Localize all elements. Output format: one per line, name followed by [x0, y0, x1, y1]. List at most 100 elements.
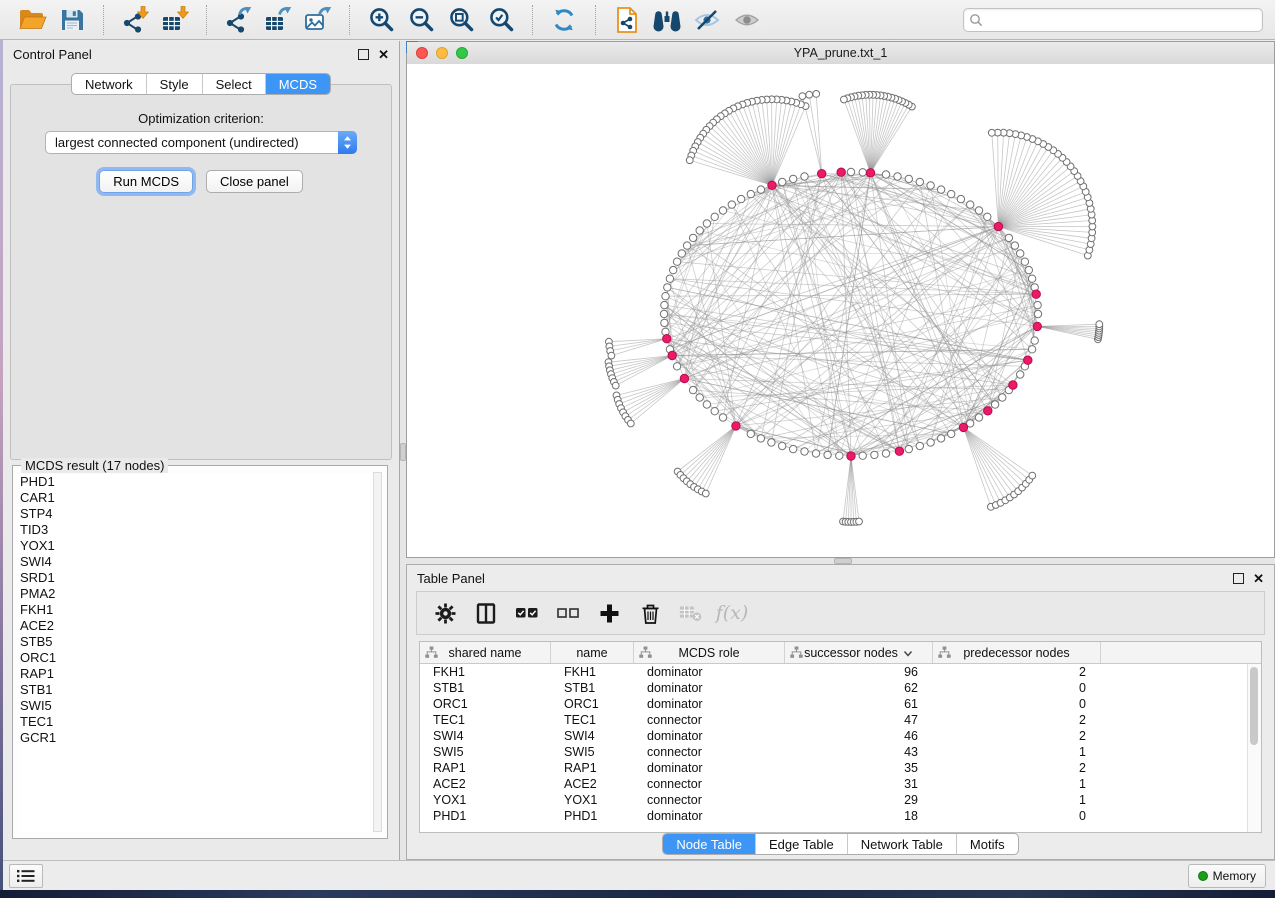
- open-file-icon[interactable]: [17, 5, 47, 35]
- cell-successor-nodes: 61: [785, 696, 933, 712]
- search-binoculars-icon[interactable]: [652, 5, 682, 35]
- import-table-icon[interactable]: [160, 5, 190, 35]
- column-header-shared-name[interactable]: shared name: [420, 642, 551, 663]
- float-table-panel-icon[interactable]: [1233, 573, 1244, 584]
- cell-shared-name: YOX1: [420, 792, 551, 808]
- tab-style[interactable]: Style: [146, 74, 202, 94]
- mcds-result-item[interactable]: STP4: [20, 506, 373, 522]
- run-mcds-button[interactable]: Run MCDS: [99, 170, 193, 193]
- mcds-result-item[interactable]: SWI5: [20, 698, 373, 714]
- cell-name: TEC1: [551, 712, 634, 728]
- table-row-SWI5[interactable]: SWI5SWI5connector431: [420, 744, 1261, 760]
- select-all-icon[interactable]: [515, 601, 539, 625]
- toolbar-separator: [206, 5, 207, 35]
- tree-icon: [790, 646, 803, 662]
- network-canvas[interactable]: [407, 64, 1274, 557]
- tab-mcds[interactable]: MCDS: [265, 74, 330, 94]
- table-row-SWI4[interactable]: SWI4SWI4dominator462: [420, 728, 1261, 744]
- mcds-result-item[interactable]: FKH1: [20, 602, 373, 618]
- export-table-icon[interactable]: [263, 5, 293, 35]
- cell-predecessor-nodes: 1: [933, 792, 1101, 808]
- zoom-in-icon[interactable]: [366, 5, 396, 35]
- column-header-MCDS-role[interactable]: MCDS role: [634, 642, 785, 663]
- zoom-selected-icon[interactable]: [486, 5, 516, 35]
- table-row-ORC1[interactable]: ORC1ORC1dominator610: [420, 696, 1261, 712]
- control-panel-title: Control Panel: [13, 47, 92, 62]
- search-input[interactable]: [983, 12, 1257, 28]
- table-scrollbar-thumb[interactable]: [1250, 667, 1258, 745]
- tab-network[interactable]: Network: [72, 74, 146, 94]
- mcds-result-item[interactable]: CAR1: [20, 490, 373, 506]
- zoom-out-icon[interactable]: [406, 5, 436, 35]
- mcds-result-list[interactable]: PHD1CAR1STP4TID3YOX1SWI4SRD1PMA2FKH1ACE2…: [20, 474, 373, 832]
- show-graphics-details-icon[interactable]: [732, 5, 762, 35]
- zoom-fit-icon[interactable]: [446, 5, 476, 35]
- mcds-result-item[interactable]: GCR1: [20, 730, 373, 746]
- export-network-icon[interactable]: [223, 5, 253, 35]
- memory-button[interactable]: Memory: [1188, 864, 1266, 888]
- column-label: shared name: [449, 646, 522, 660]
- table-row-RAP1[interactable]: RAP1RAP1dominator352: [420, 760, 1261, 776]
- cell-name: FKH1: [551, 664, 634, 680]
- table-scrollbar[interactable]: [1247, 664, 1261, 832]
- table-header-row: shared name nameMCDS rolesuccessor nodesp…: [420, 642, 1261, 664]
- mcds-result-item[interactable]: STB5: [20, 634, 373, 650]
- mcds-result-scrollbar[interactable]: [373, 472, 382, 832]
- sort-desc-icon: [903, 646, 913, 660]
- mcds-result-item[interactable]: TID3: [20, 522, 373, 538]
- tree-icon: [425, 646, 438, 662]
- criterion-select[interactable]: largest connected component (undirected): [45, 131, 357, 154]
- cell-MCDS-role: dominator: [634, 664, 785, 680]
- mcds-result-item[interactable]: ORC1: [20, 650, 373, 666]
- import-network-icon[interactable]: [120, 5, 150, 35]
- cell-MCDS-role: connector: [634, 792, 785, 808]
- mcds-result-item[interactable]: SWI4: [20, 554, 373, 570]
- main-toolbar: [0, 0, 1275, 40]
- search-box[interactable]: [963, 8, 1263, 32]
- table-row-YOX1[interactable]: YOX1YOX1connector291: [420, 792, 1261, 808]
- table-row-ACE2[interactable]: ACE2ACE2connector311: [420, 776, 1261, 792]
- table-row-TEC1[interactable]: TEC1TEC1connector472: [420, 712, 1261, 728]
- mcds-result-item[interactable]: ACE2: [20, 618, 373, 634]
- save-session-icon[interactable]: [57, 5, 87, 35]
- network-titlebar[interactable]: YPA_prune.txt_1: [407, 42, 1274, 65]
- columns-icon[interactable]: [474, 601, 498, 625]
- close-panel-button[interactable]: Close panel: [206, 170, 303, 193]
- mcds-result-item[interactable]: YOX1: [20, 538, 373, 554]
- close-panel-icon[interactable]: ✕: [378, 50, 389, 59]
- cell-successor-nodes: 31: [785, 776, 933, 792]
- close-table-panel-icon[interactable]: ✕: [1253, 574, 1264, 583]
- mcds-result-item[interactable]: STB1: [20, 682, 373, 698]
- table-row-STB1[interactable]: STB1STB1dominator620: [420, 680, 1261, 696]
- tab-select[interactable]: Select: [202, 74, 265, 94]
- table-row-FKH1[interactable]: FKH1FKH1dominator962: [420, 664, 1261, 680]
- delete-table-icon: [679, 601, 703, 625]
- cell-shared-name: PHD1: [420, 808, 551, 824]
- table-row-PHD1[interactable]: PHD1PHD1dominator180: [420, 808, 1261, 824]
- mcds-result-item[interactable]: PHD1: [20, 474, 373, 490]
- float-panel-icon[interactable]: [358, 49, 369, 60]
- column-header-predecessor-nodes[interactable]: predecessor nodes: [933, 642, 1101, 663]
- add-row-icon[interactable]: [597, 601, 621, 625]
- column-header-empty: [1101, 642, 1261, 663]
- mcds-result-item[interactable]: TEC1: [20, 714, 373, 730]
- mcds-result-item[interactable]: RAP1: [20, 666, 373, 682]
- mcds-result-item[interactable]: SRD1: [20, 570, 373, 586]
- network-from-clipboard-icon[interactable]: [612, 5, 642, 35]
- task-history-button[interactable]: [9, 864, 43, 888]
- column-header-name[interactable]: name: [551, 642, 634, 663]
- tab-edge-table[interactable]: Edge Table: [755, 834, 847, 854]
- tab-node-table[interactable]: Node Table: [663, 834, 755, 854]
- settings-gear-icon[interactable]: [433, 601, 457, 625]
- hide-graphics-details-icon[interactable]: [692, 5, 722, 35]
- column-header-successor-nodes[interactable]: successor nodes: [785, 642, 933, 663]
- mcds-result-item[interactable]: PMA2: [20, 586, 373, 602]
- network-graph[interactable]: [407, 64, 1274, 557]
- network-view-frame: YPA_prune.txt_1: [406, 41, 1275, 558]
- export-image-icon[interactable]: [303, 5, 333, 35]
- delete-row-icon[interactable]: [638, 601, 662, 625]
- refresh-view-icon[interactable]: [549, 5, 579, 35]
- tab-network-table[interactable]: Network Table: [847, 834, 956, 854]
- unselect-all-icon[interactable]: [556, 601, 580, 625]
- tab-motifs[interactable]: Motifs: [956, 834, 1018, 854]
